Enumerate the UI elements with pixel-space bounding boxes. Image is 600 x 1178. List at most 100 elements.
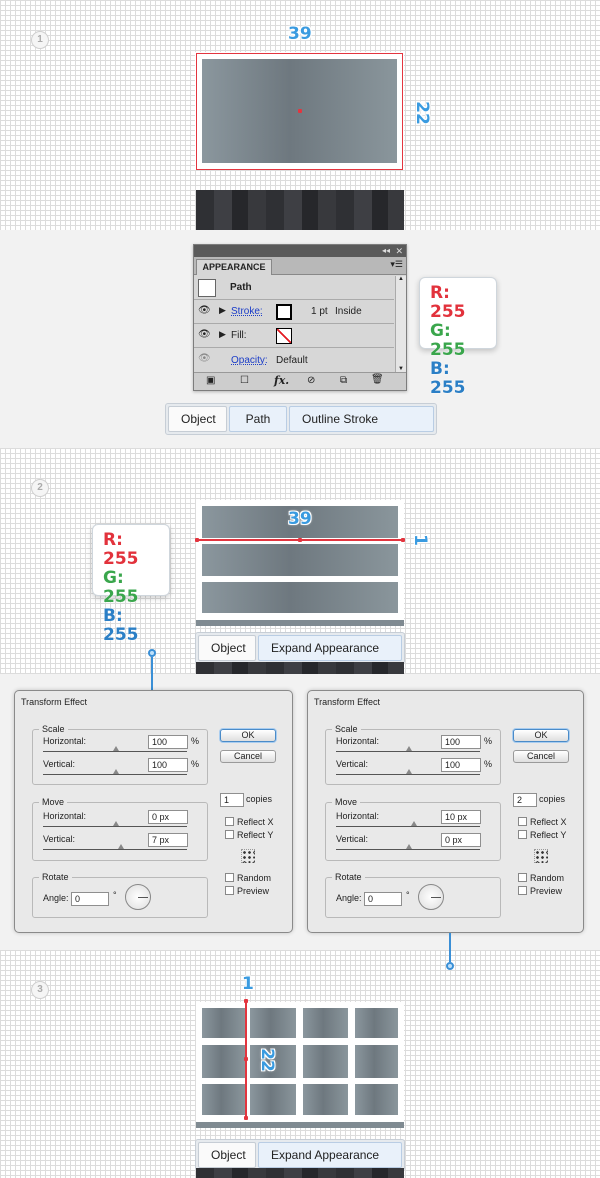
slider-thumb[interactable] [118,844,124,849]
move-vertical-label: Vertical: [336,834,369,844]
angle-dial[interactable] [418,884,444,910]
ok-button[interactable]: OK [513,729,569,742]
expand-triangle-icon[interactable]: ▶ [219,329,226,340]
reference-point-icon[interactable] [241,849,255,863]
duplicate-icon[interactable]: ⧉ [340,375,347,386]
copies-input[interactable]: 1 [220,793,244,807]
connector-line [449,950,451,962]
panel-menu-icon[interactable]: ▾☰ [390,259,403,270]
copies-input[interactable]: 2 [513,793,537,807]
breadcrumb-expand-appearance[interactable]: Expand Appearance [258,1142,402,1168]
tab-appearance[interactable]: APPEARANCE [196,259,272,275]
tile[interactable] [355,1008,398,1038]
move-horizontal-input[interactable]: 10 px [441,810,481,824]
slider-thumb[interactable] [406,769,412,774]
random-checkbox[interactable] [225,873,234,882]
clear-icon[interactable]: ⊘ [307,375,315,386]
path-row[interactable]: Path [194,276,394,300]
scale-vertical-input[interactable]: 100 [148,758,188,772]
add-stroke-icon[interactable]: ▣ [206,375,215,386]
fx-icon[interactable]: fx. [274,374,289,387]
slider-thumb[interactable] [406,844,412,849]
tile[interactable] [250,1084,296,1115]
tile[interactable] [303,1008,348,1038]
preview-checkbox[interactable] [518,886,527,895]
angle-dial[interactable] [125,884,151,910]
random-checkbox[interactable] [518,873,527,882]
gray-row-3[interactable] [202,582,398,613]
move-horizontal-input[interactable]: 0 px [148,810,188,824]
breadcrumb-outline-stroke[interactable]: Outline Stroke [289,406,434,432]
eye-icon[interactable]: 👁 [198,353,211,364]
slider-thumb[interactable] [406,746,412,751]
breadcrumb-object[interactable]: Object [198,1142,256,1168]
appearance-band: ◂◂ ✕ APPEARANCE ▾☰ Path 👁 ▶ Stroke: 1 pt… [0,230,600,448]
reflect-x-label: Reflect X [530,817,567,827]
reflect-y-checkbox[interactable] [518,830,527,839]
opacity-link[interactable]: Opacity: [231,355,268,366]
opacity-row[interactable]: 👁 Opacity: Default [194,349,394,372]
breadcrumb-object[interactable]: Object [168,406,227,432]
fill-row[interactable]: 👁 ▶ Fill: [194,325,394,348]
breadcrumb-path[interactable]: Path [229,406,287,432]
line-center-point [298,538,302,542]
angle-input[interactable]: 0 [364,892,402,906]
scale-horizontal-slider[interactable] [43,751,187,752]
eye-icon[interactable]: 👁 [198,305,211,316]
move-vertical-input[interactable]: 7 px [148,833,188,847]
slider-thumb[interactable] [113,769,119,774]
dark-stripes [196,662,404,674]
expand-triangle-icon[interactable]: ▶ [219,305,226,316]
move-vertical-slider[interactable] [43,849,187,850]
reference-point-icon[interactable] [534,849,548,863]
stroke-row[interactable]: 👁 ▶ Stroke: 1 pt Inside [194,301,394,324]
scale-vertical-slider[interactable] [336,774,480,775]
scale-horizontal-input[interactable]: 100 [148,735,188,749]
cancel-button[interactable]: Cancel [513,750,569,763]
close-icon[interactable]: ✕ [395,245,403,257]
collapse-icon[interactable]: ◂◂ [382,245,390,257]
move-vertical-slider[interactable] [336,849,480,850]
rgb-blue: B: 255 [430,359,466,398]
stroke-swatch[interactable] [276,304,292,320]
row-base [196,620,404,626]
width-label: 39 [288,24,312,44]
reflect-y-checkbox[interactable] [225,830,234,839]
panel-scrollbar[interactable]: ▲ ▼ [395,276,406,372]
angle-input[interactable]: 0 [71,892,109,906]
move-vertical-input[interactable]: 0 px [441,833,481,847]
eye-icon[interactable]: 👁 [198,329,211,340]
fill-none-swatch[interactable] [276,328,292,344]
scale-vertical-slider[interactable] [43,774,187,775]
scale-vertical-input[interactable]: 100 [441,758,481,772]
scale-horizontal-input[interactable]: 100 [441,735,481,749]
scale-horizontal-slider[interactable] [336,751,480,752]
scale-group: Scale Horizontal: 100 % Vertical: 100 % [32,724,208,785]
gray-row-2[interactable] [202,544,398,576]
breadcrumb-expand-appearance[interactable]: Expand Appearance [258,635,402,661]
stroke-link[interactable]: Stroke: [231,306,263,317]
tile[interactable] [303,1084,348,1115]
slider-thumb[interactable] [113,746,119,751]
reflect-x-checkbox[interactable] [518,817,527,826]
scroll-up-icon[interactable]: ▲ [398,276,404,282]
transform-effect-dialog-right: Transform Effect Scale Horizontal: 100 %… [307,690,584,933]
reflect-x-checkbox[interactable] [225,817,234,826]
slider-thumb[interactable] [411,821,417,826]
tile[interactable] [355,1045,398,1078]
tile[interactable] [355,1084,398,1115]
add-fill-icon[interactable]: ☐ [240,375,249,386]
preview-checkbox[interactable] [225,886,234,895]
tile[interactable] [202,1008,245,1038]
move-horizontal-slider[interactable] [43,826,187,827]
breadcrumb-object[interactable]: Object [198,635,256,661]
tile[interactable] [202,1045,245,1078]
slider-thumb[interactable] [113,821,119,826]
cancel-button[interactable]: Cancel [220,750,276,763]
tile[interactable] [303,1045,348,1078]
trash-icon[interactable]: 🗑 [371,374,384,385]
tile[interactable] [202,1084,245,1115]
ok-button[interactable]: OK [220,729,276,742]
tile[interactable] [250,1008,296,1038]
move-horizontal-slider[interactable] [336,826,480,827]
